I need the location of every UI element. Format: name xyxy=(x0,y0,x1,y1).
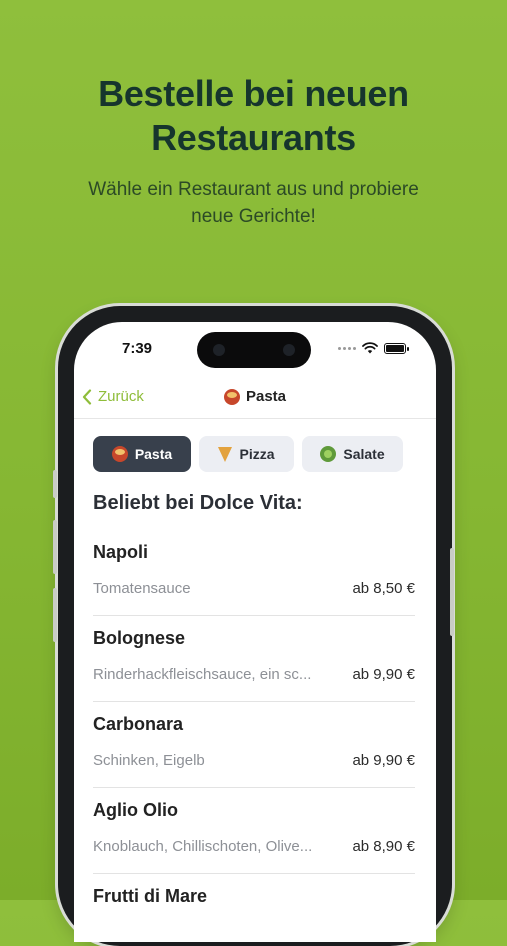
menu-item-name: Bolognese xyxy=(93,628,186,648)
menu-item-name: Carbonara xyxy=(93,714,184,734)
category-tab-label: Pasta xyxy=(134,446,173,462)
category-tab-pizza[interactable]: Pizza xyxy=(199,436,294,472)
menu-item-description: Rinderhackfleischsauce, ein sc... xyxy=(93,666,312,683)
promo-subline: Wähle ein Restaurant aus und probiere ne… xyxy=(40,176,467,230)
category-tab-salate[interactable]: Salate xyxy=(302,436,403,472)
section-title: Beliebt bei Dolce Vita: xyxy=(93,492,303,514)
menu-item-name: Frutti di Mare xyxy=(93,886,208,906)
pasta-icon xyxy=(111,446,128,462)
status-icons xyxy=(338,342,409,354)
battery-icon xyxy=(384,342,409,354)
dynamic-island xyxy=(197,332,311,368)
menu-item-name: Napoli xyxy=(93,542,149,562)
wifi-icon xyxy=(362,342,378,354)
menu-item-price: ab 9,90 € xyxy=(352,666,415,683)
category-tabs: Pasta Pizza Salate xyxy=(93,436,403,472)
menu-item[interactable]: Aglio Olio Knoblauch, Chillischoten, Oli… xyxy=(93,788,415,874)
menu-item[interactable]: Frutti di Mare xyxy=(93,874,415,942)
promo-subline-line1: Wähle ein Restaurant aus und probiere xyxy=(88,179,419,200)
menu-item-description: Knoblauch, Chillischoten, Olive... xyxy=(93,838,313,855)
category-tab-label: Salate xyxy=(343,446,385,462)
promo-headline: Bestelle bei neuen Restaurants xyxy=(0,72,507,160)
menu-item[interactable]: Bolognese Rinderhackfleischsauce, ein sc… xyxy=(93,616,415,702)
phone-volume-up-button xyxy=(53,520,57,574)
menu-item-name: Aglio Olio xyxy=(93,800,178,820)
menu-item-description: Schinken, Eigelb xyxy=(93,752,205,769)
promo-headline-line2: Restaurants xyxy=(151,117,356,158)
menu-item[interactable]: Napoli Tomatensauce ab 8,50 € xyxy=(93,530,415,616)
pizza-icon xyxy=(218,446,233,462)
menu-item-price: ab 8,90 € xyxy=(352,838,415,855)
category-tab-pasta[interactable]: Pasta xyxy=(93,436,191,472)
menu-item-price: ab 9,90 € xyxy=(352,752,415,769)
promo-headline-line1: Bestelle bei neuen xyxy=(98,73,409,114)
nav-title-label: Pasta xyxy=(245,388,287,405)
pasta-icon xyxy=(223,388,240,405)
menu-item[interactable]: Carbonara Schinken, Eigelb ab 9,90 € xyxy=(93,702,415,788)
nav-title: Pasta xyxy=(74,388,436,405)
navigation-bar: Zurück Pasta xyxy=(74,380,436,419)
menu-item-description: Tomatensauce xyxy=(93,580,191,597)
category-tab-label: Pizza xyxy=(239,446,275,462)
camera-icon xyxy=(213,344,225,356)
status-time: 7:39 xyxy=(122,340,153,357)
phone-side-button xyxy=(53,470,57,498)
menu-list: Napoli Tomatensauce ab 8,50 € Bolognese … xyxy=(93,530,415,942)
sensor-icon xyxy=(283,344,295,356)
menu-item-price: ab 8,50 € xyxy=(352,580,415,597)
cellular-signal-icon xyxy=(338,346,356,350)
phone-volume-down-button xyxy=(53,588,57,642)
phone-power-button xyxy=(450,548,454,636)
promo-subline-line2: neue Gerichte! xyxy=(191,206,316,227)
phone-screen: 7:39 Zurück Pasta Pasta Pizza Salate Bel… xyxy=(74,322,436,942)
salad-icon xyxy=(320,446,337,462)
